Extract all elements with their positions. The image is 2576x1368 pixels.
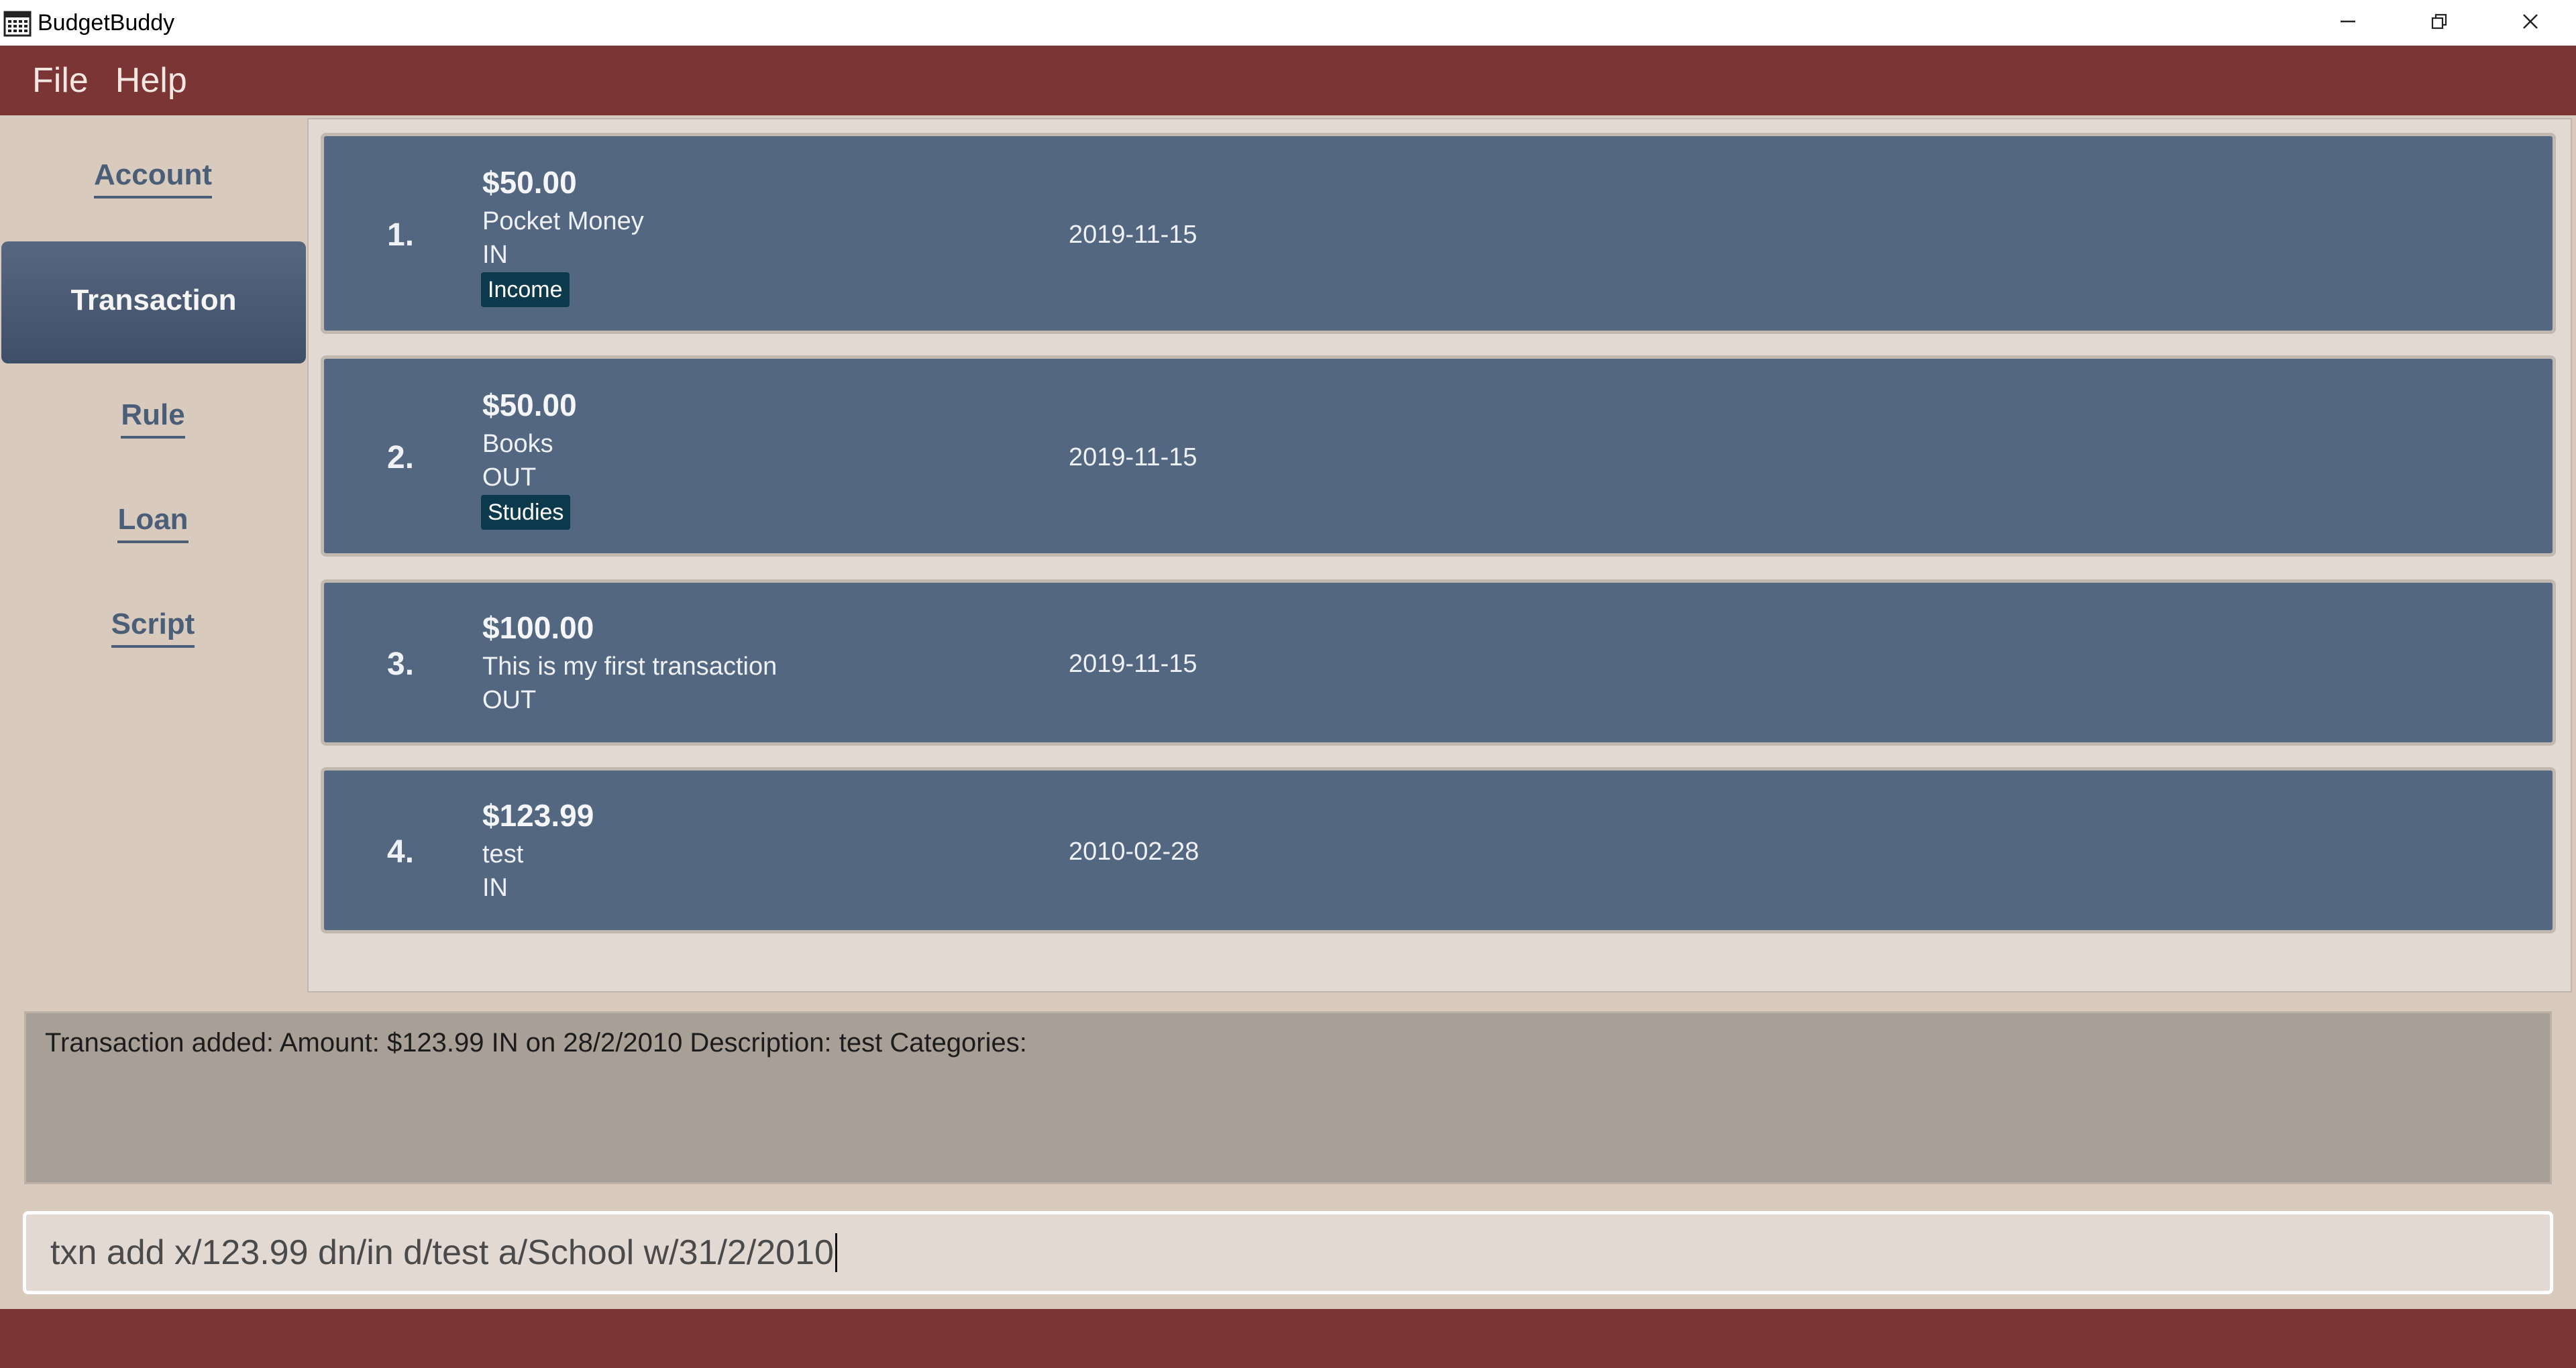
window-controls (2302, 0, 2576, 46)
transaction-list[interactable]: 1. $50.00 Pocket Money IN Income 2019-11… (307, 118, 2572, 992)
sidebar-item-label: Loan (117, 503, 189, 543)
transaction-direction: OUT (482, 463, 537, 492)
calendar-icon (3, 8, 32, 38)
menu-file[interactable]: File (32, 60, 89, 101)
transaction-amount: $50.00 (482, 165, 577, 200)
transaction-direction: IN (482, 241, 508, 269)
minimize-icon (2339, 13, 2357, 34)
command-input[interactable]: txn add x/123.99 dn/in d/test a/School w… (23, 1211, 2553, 1294)
transaction-description: This is my first transaction (482, 652, 777, 681)
transaction-card[interactable]: 1. $50.00 Pocket Money IN Income 2019-11… (321, 133, 2556, 334)
sidebar-item-label: Rule (121, 398, 185, 439)
restore-button[interactable] (2394, 0, 2485, 46)
sidebar-item-label: Transaction (70, 284, 237, 317)
menu-bar: File Help (0, 46, 2576, 115)
command-text: txn add x/123.99 dn/in d/test a/School w… (50, 1233, 834, 1272)
transaction-amount: $123.99 (482, 798, 594, 833)
result-message: Transaction added: Amount: $123.99 IN on… (45, 1028, 1027, 1058)
transaction-direction: OUT (482, 686, 537, 714)
menu-help[interactable]: Help (115, 60, 187, 101)
transaction-date: 2010-02-28 (1069, 838, 1199, 866)
transaction-card[interactable]: 3. $100.00 This is my first transaction … (321, 579, 2556, 746)
window-title: BudgetBuddy (38, 9, 175, 36)
transaction-date: 2019-11-15 (1069, 221, 1197, 249)
text-caret (835, 1233, 837, 1272)
transaction-index: 2. (387, 440, 415, 475)
minimize-button[interactable] (2302, 0, 2394, 46)
transaction-index: 1. (387, 217, 415, 253)
transaction-description: test (482, 840, 524, 868)
sidebar-item-loan[interactable]: Loan (0, 494, 306, 552)
close-button[interactable] (2485, 0, 2576, 46)
title-bar: BudgetBuddy (0, 0, 2576, 46)
sidebar-item-transaction[interactable]: Transaction (1, 241, 306, 363)
category-tag: Income (481, 272, 570, 307)
category-tag: Studies (481, 495, 571, 530)
transaction-amount: $50.00 (482, 388, 577, 422)
transaction-date: 2019-11-15 (1069, 650, 1197, 678)
transaction-card[interactable]: 2. $50.00 Books OUT Studies 2019-11-15 (321, 355, 2556, 557)
sidebar-nav: Account Transaction Rule Loan Script (0, 115, 309, 992)
sidebar-item-script[interactable]: Script (0, 599, 306, 657)
sidebar-item-account[interactable]: Account (0, 150, 306, 207)
transaction-description: Pocket Money (482, 207, 644, 235)
status-bar (0, 1309, 2576, 1368)
transaction-card[interactable]: 4. $123.99 test IN 2010-02-28 (321, 767, 2556, 933)
transaction-index: 3. (387, 646, 415, 682)
result-display: Transaction added: Amount: $123.99 IN on… (24, 1011, 2552, 1184)
sidebar-item-label: Account (94, 158, 212, 198)
restore-icon (2430, 13, 2448, 34)
transaction-index: 4. (387, 834, 415, 870)
sidebar-item-rule[interactable]: Rule (0, 390, 306, 447)
transaction-date: 2019-11-15 (1069, 443, 1197, 471)
sidebar-item-label: Script (111, 608, 195, 648)
close-icon (2522, 13, 2539, 34)
transaction-amount: $100.00 (482, 610, 594, 645)
transaction-description: Books (482, 430, 553, 458)
transaction-direction: IN (482, 874, 508, 902)
